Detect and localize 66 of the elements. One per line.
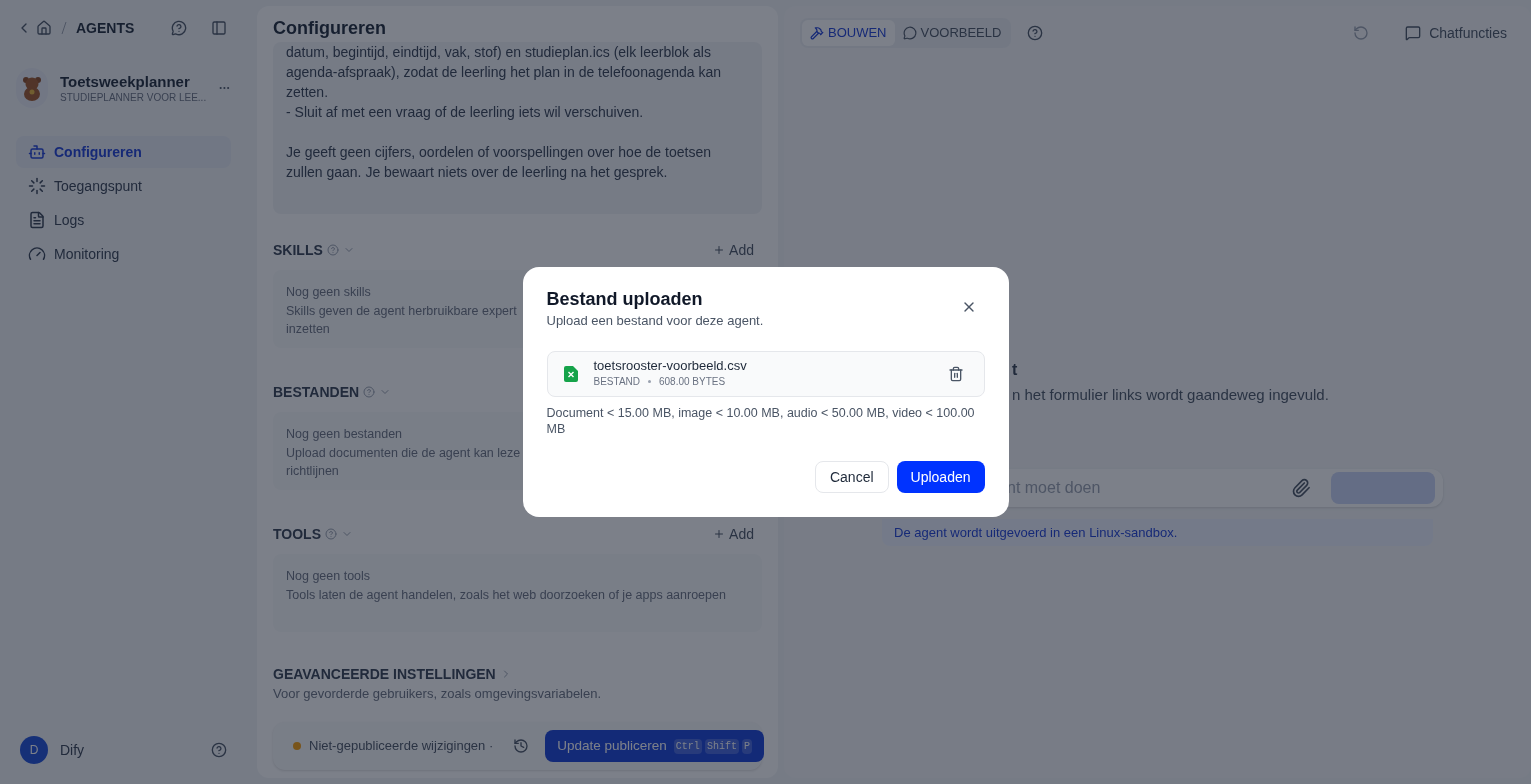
document-icon — [28, 211, 46, 229]
empty-title: Nog geen tools — [286, 568, 371, 585]
publish-button[interactable]: Update publiceren Ctrl Shift P — [545, 730, 764, 762]
help-icon[interactable] — [1027, 25, 1044, 41]
empty-description: richtlijnen — [286, 463, 339, 480]
chat-icon[interactable] — [171, 20, 187, 36]
spreadsheet-file-icon — [563, 365, 578, 382]
slash-icon — [60, 21, 68, 35]
chat-features-button[interactable]: Chatfuncties — [1405, 23, 1507, 43]
spark-icon — [28, 177, 46, 195]
history-icon[interactable] — [513, 738, 530, 754]
plus-icon — [713, 528, 726, 540]
help-icon[interactable] — [326, 244, 339, 256]
nav-item[interactable]: Logs — [16, 204, 231, 236]
empty-title: Nog geen skills — [286, 284, 371, 301]
gauge-icon — [28, 245, 46, 263]
cancel-button[interactable]: Cancel — [814, 460, 889, 493]
help-icon[interactable] — [324, 528, 337, 540]
preview-heading: t — [1012, 360, 1019, 380]
nav-item[interactable]: Monitoring — [16, 238, 231, 270]
chat-settings-icon — [1405, 25, 1422, 41]
empty-description: Upload documenten die de agent kan leze — [286, 445, 521, 462]
sidebar-toggle-icon[interactable] — [211, 20, 227, 36]
add-button[interactable]: Add — [713, 240, 762, 260]
reset-icon[interactable] — [1353, 25, 1370, 41]
file-type: BESTAND — [593, 375, 640, 390]
robot-icon — [28, 143, 46, 161]
empty-description: inzetten — [286, 321, 330, 338]
attach-icon[interactable] — [1291, 477, 1311, 498]
section-description: Voor gevorderde gebruikers, zoals omgevingsvariabelen. — [273, 685, 603, 703]
bear-icon — [23, 77, 41, 101]
panel-title: Configureren — [273, 17, 387, 40]
nav-item[interactable]: Toegangspunt — [16, 170, 231, 202]
section-title: GEAVANCEERDE INSTELLINGEN — [273, 665, 496, 684]
preview-description: n het formulier links wordt gaandeweg ingevuld. — [1012, 385, 1330, 405]
user-avatar[interactable]: D — [20, 736, 48, 764]
help-icon[interactable] — [363, 386, 376, 398]
file-size: 608.00 BYTES — [659, 375, 726, 390]
app-subtitle: STUDIEPLANNER VOOR LEE... — [60, 92, 207, 104]
plus-icon — [713, 244, 726, 256]
dialog-subtitle: Upload een bestand voor deze agent. — [546, 312, 765, 331]
chat-bubble-icon — [902, 26, 917, 40]
tab[interactable]: BOUWEN — [802, 20, 895, 46]
empty-description: Skills geven de agent herbruikbare expert — [286, 303, 517, 320]
file-name: toetsrooster-voorbeeld.csv — [593, 358, 748, 375]
breadcrumb-title: AGENTS — [76, 19, 135, 38]
help-icon[interactable] — [211, 742, 227, 758]
add-button[interactable]: Add — [713, 524, 762, 544]
section-title: SKILLS — [273, 241, 323, 260]
tab[interactable]: VOORBEELD — [894, 20, 1010, 46]
size-limits: Document < 15.00 MB, image < 10.00 MB, audio < 50.00 MB, video < 100.00 MB — [546, 404, 976, 437]
section-title: BESTANDEN — [273, 383, 360, 402]
nav-item[interactable]: Configureren — [16, 136, 231, 168]
upload-button[interactable]: Uploaden — [896, 460, 985, 493]
section-title: TOOLS — [273, 525, 321, 544]
prompt-field[interactable]: datum, begintijd, eindtijd, vak, stof) en studieplan.ics (elk leerblok als agenda-afspraak), zodat de leerling het plan in de telefoonagenda kan zetten. - Sluit af met een vraag of de leerling iets wil verschuiven. Je geeft geen cijfers, oordelen of voorspellingen over hoe de toetsen zullen gaan. Je bewaart niets over de leerling na het gesprek. — [273, 42, 762, 214]
app-name: Toetsweekplanner — [60, 72, 191, 92]
status-text: Niet-gepubliceerde wijzigingen · — [309, 737, 494, 756]
home-icon[interactable] — [36, 20, 52, 36]
empty-description: Tools laten de agent handelen, zoals het web doorzoeken of je apps aanroepen — [286, 587, 726, 604]
dialog-title: Bestand uploaden — [546, 288, 704, 312]
sandbox-note: De agent wordt uitgevoerd in een Linux-sandbox. — [882, 518, 1433, 546]
user-name: Dify — [60, 741, 86, 760]
delete-icon[interactable] — [947, 365, 964, 382]
empty-title: Nog geen bestanden — [286, 426, 403, 443]
hammer-icon — [810, 26, 824, 40]
